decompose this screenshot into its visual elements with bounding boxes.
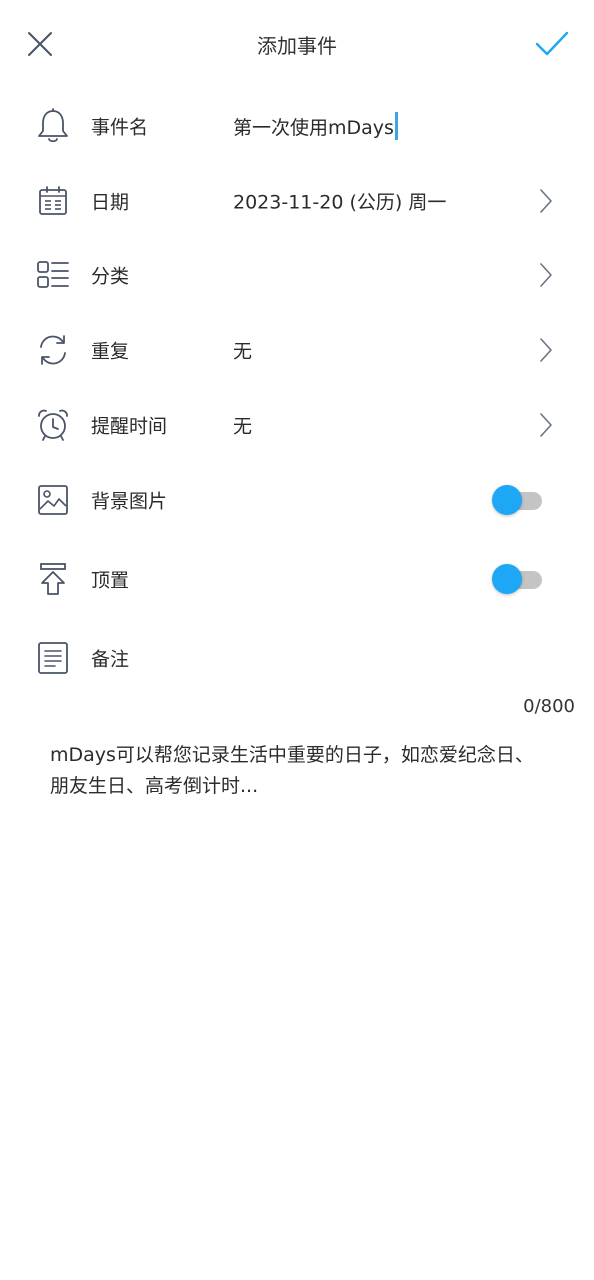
pin-top-label: 顶置 (91, 569, 130, 592)
event-name-label: 事件名 (91, 116, 149, 139)
category-chevron-button[interactable] (536, 260, 556, 290)
date-chevron-button[interactable] (536, 186, 556, 216)
background-image-label: 背景图片 (91, 490, 168, 513)
event-name-input[interactable]: 第一次使用mDays (233, 112, 398, 140)
reminder-chevron-button[interactable] (536, 410, 556, 440)
note-row: 备注 (0, 621, 594, 695)
repeat-row[interactable]: 重复 无 (0, 313, 594, 387)
image-icon (34, 481, 72, 519)
chevron-right-icon (540, 413, 552, 437)
reminder-value: 无 (233, 415, 253, 438)
repeat-icon (34, 331, 72, 369)
confirm-button[interactable] (530, 24, 574, 64)
toggle-knob (492, 564, 522, 594)
pin-top-icon (34, 560, 72, 598)
date-row[interactable]: 日期 2023-11-20 (公历) 周一 (0, 164, 594, 238)
calendar-icon (34, 182, 72, 220)
page-title: 添加事件 (257, 34, 337, 58)
text-cursor (394, 112, 398, 140)
toggle-knob (492, 485, 522, 515)
event-name-value: 第一次使用mDays (233, 116, 394, 139)
chevron-right-icon (540, 338, 552, 362)
background-image-row: 背景图片 (0, 463, 594, 537)
note-char-counter: 0/800 (523, 696, 575, 717)
pin-top-toggle[interactable] (492, 562, 542, 596)
category-row[interactable]: 分类 (0, 238, 594, 312)
note-textarea[interactable]: mDays可以帮您记录生活中重要的日子，如恋爱纪念日、朋友生日、高考倒计时... (50, 740, 550, 802)
event-name-row[interactable]: 事件名 第一次使用mDays (0, 89, 594, 163)
date-label: 日期 (91, 191, 130, 214)
chevron-right-icon (540, 189, 552, 213)
note-label: 备注 (91, 648, 130, 671)
note-icon (34, 639, 72, 677)
category-label: 分类 (91, 265, 130, 288)
category-list-icon (34, 256, 72, 294)
header: 添加事件 (0, 0, 594, 90)
note-placeholder: mDays可以帮您记录生活中重要的日子，如恋爱纪念日、朋友生日、高考倒计时... (50, 744, 534, 797)
date-value: 2023-11-20 (公历) 周一 (233, 191, 447, 214)
add-event-screen: 添加事件 事件名 第一次使用mDays 日期 2023-11-20 (公历) 周… (0, 0, 594, 1280)
alarm-clock-icon (34, 406, 72, 444)
chevron-right-icon (540, 263, 552, 287)
pin-top-row: 顶置 (0, 542, 594, 616)
check-icon (535, 31, 569, 56)
repeat-label: 重复 (91, 340, 130, 363)
bell-icon (34, 107, 72, 145)
background-image-toggle[interactable] (492, 483, 542, 517)
repeat-value: 无 (233, 340, 253, 363)
repeat-chevron-button[interactable] (536, 335, 556, 365)
reminder-row[interactable]: 提醒时间 无 (0, 388, 594, 462)
reminder-label: 提醒时间 (91, 415, 168, 438)
